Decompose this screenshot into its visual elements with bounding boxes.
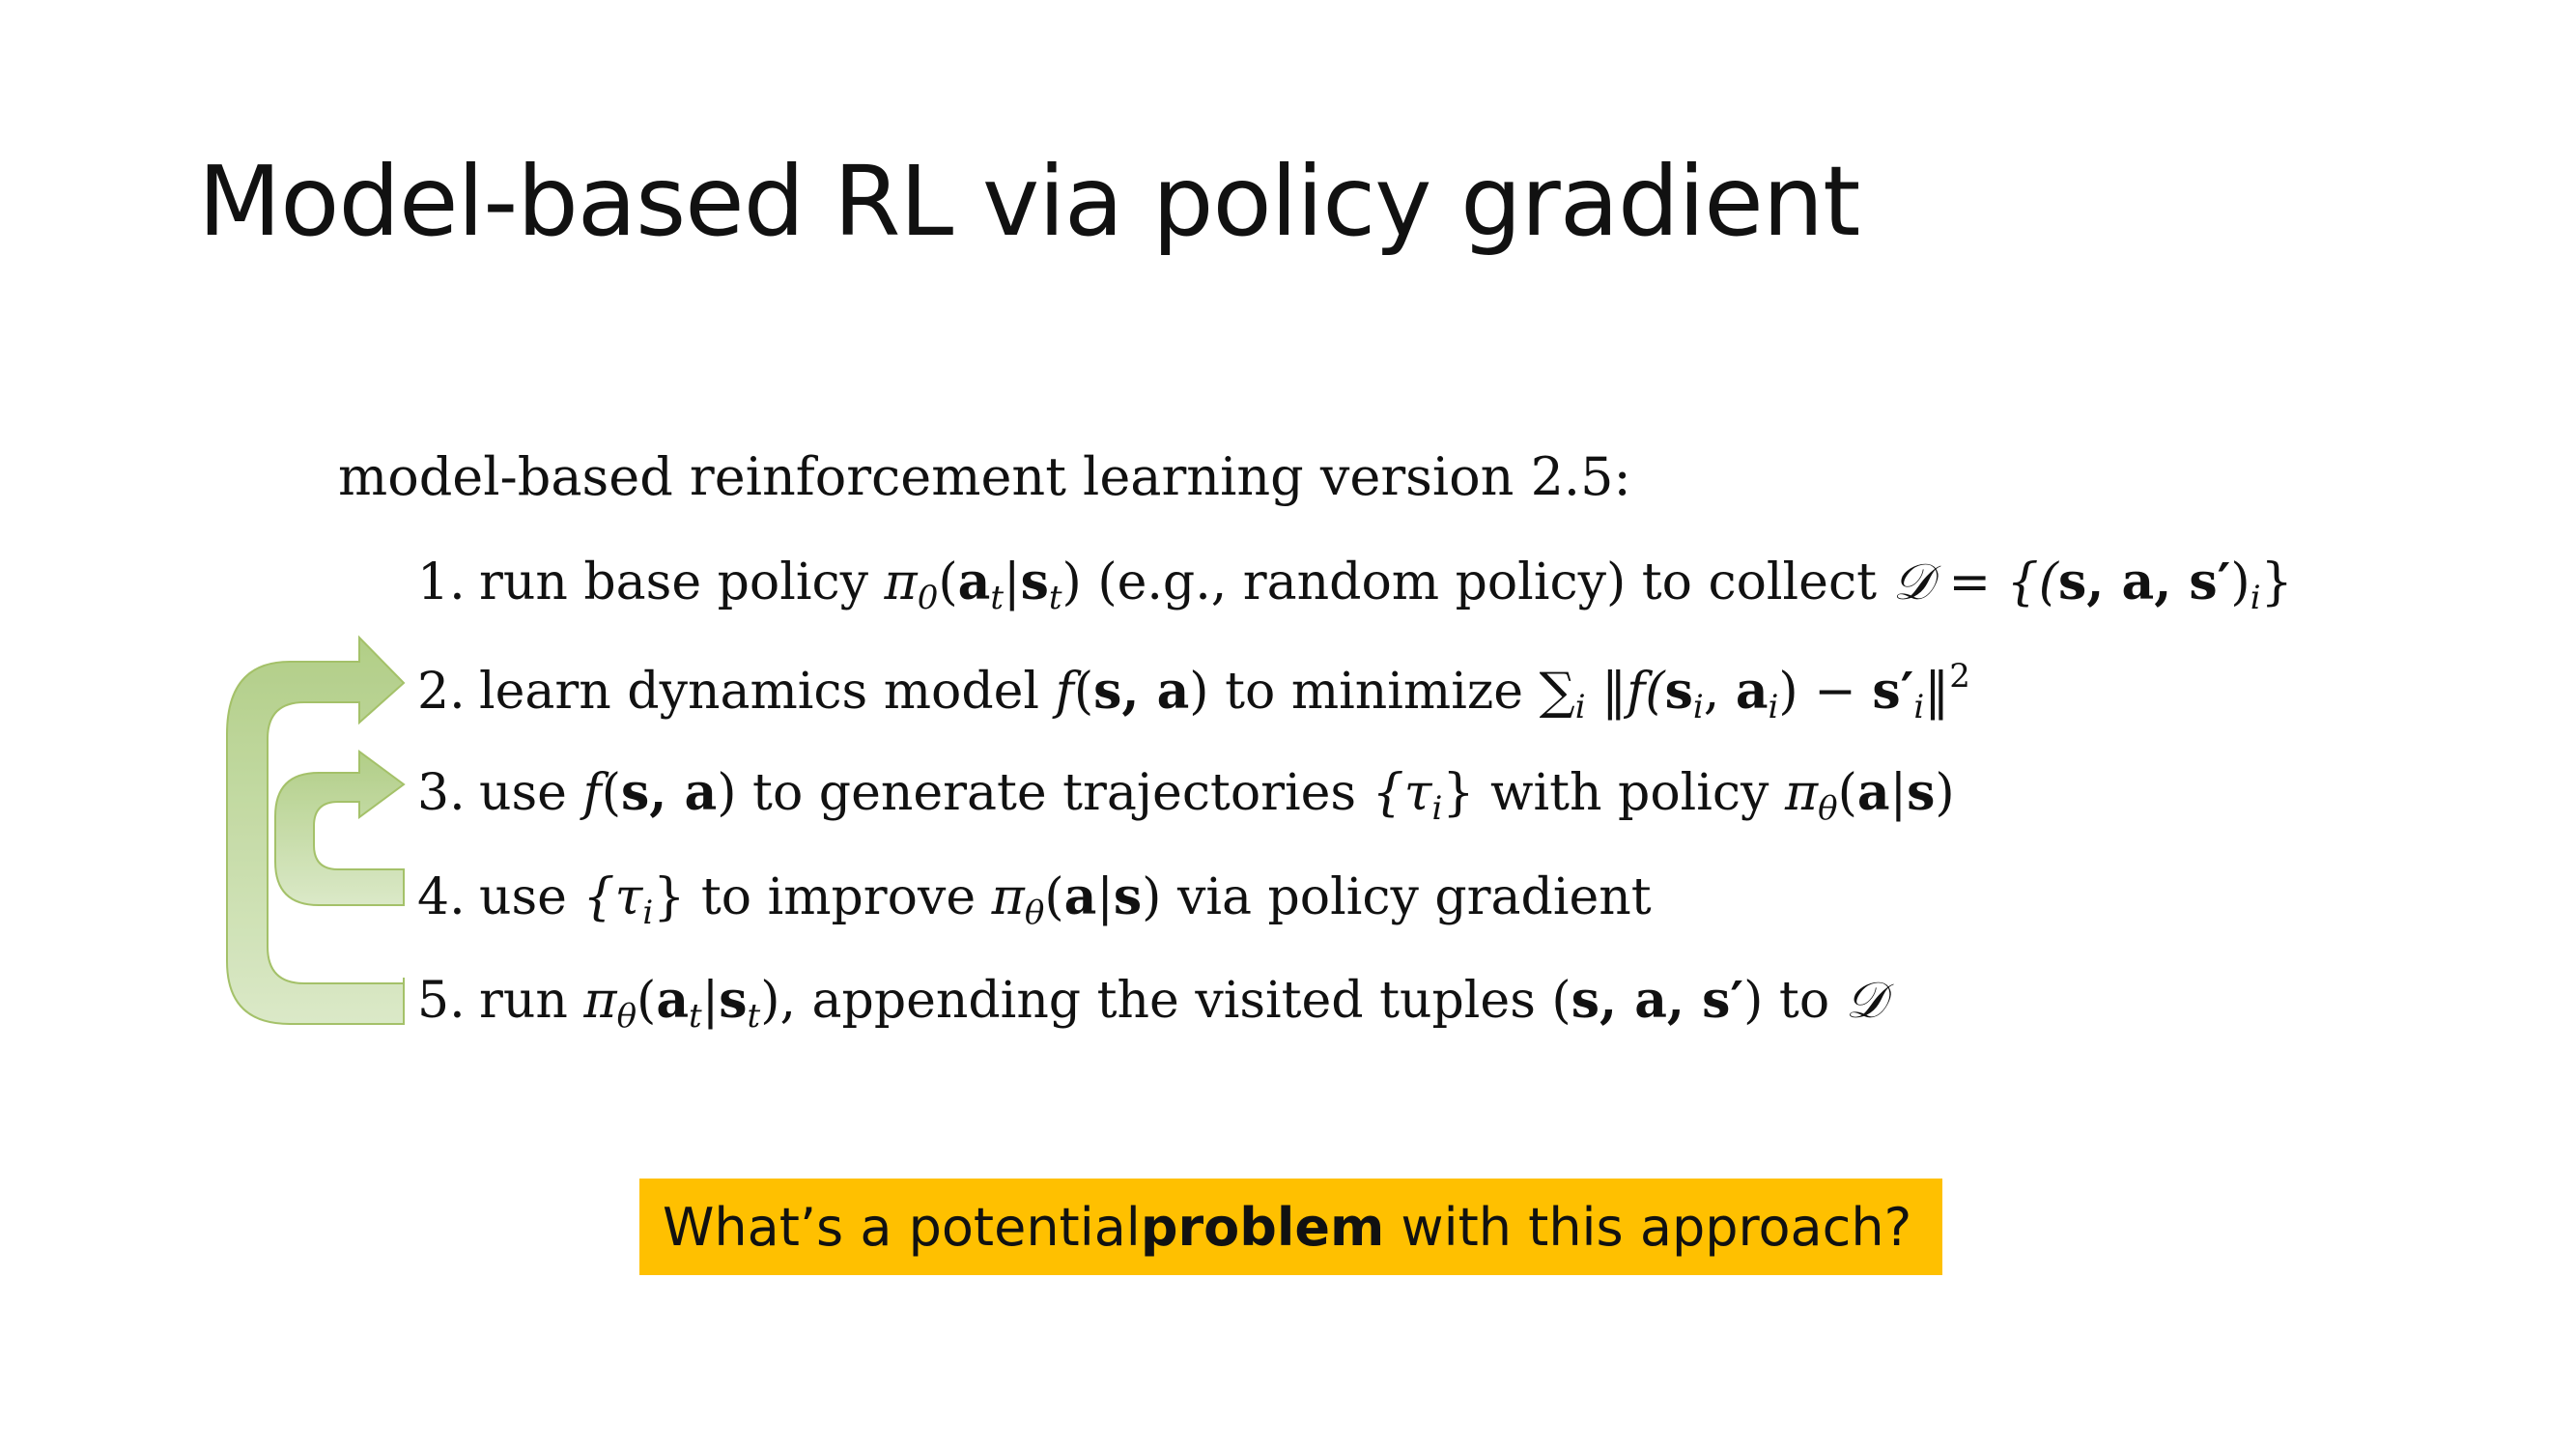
step-4: 4. use {τi} to improve πθ(a|s) via policy… xyxy=(417,867,1652,932)
step-1: 1. run base policy π0(at|st) (e.g., rando… xyxy=(417,553,2293,617)
callout-text-pre: What’s a potential xyxy=(663,1196,1141,1258)
step-5: 5. run πθ(at|st), appending the visited t… xyxy=(417,971,1886,1036)
question-callout: What’s a potential problem with this app… xyxy=(639,1179,1942,1275)
callout-text-bold: problem xyxy=(1140,1196,1385,1258)
step-3: 3. use f(s, a) to generate trajectories {… xyxy=(417,763,1955,828)
step-2: 2. learn dynamics model f(s, a) to minimi… xyxy=(417,657,1970,726)
callout-text-post: with this approach? xyxy=(1384,1196,1912,1258)
outer-loop-arrow xyxy=(226,635,406,1025)
inner-loop-arrow xyxy=(274,750,406,906)
